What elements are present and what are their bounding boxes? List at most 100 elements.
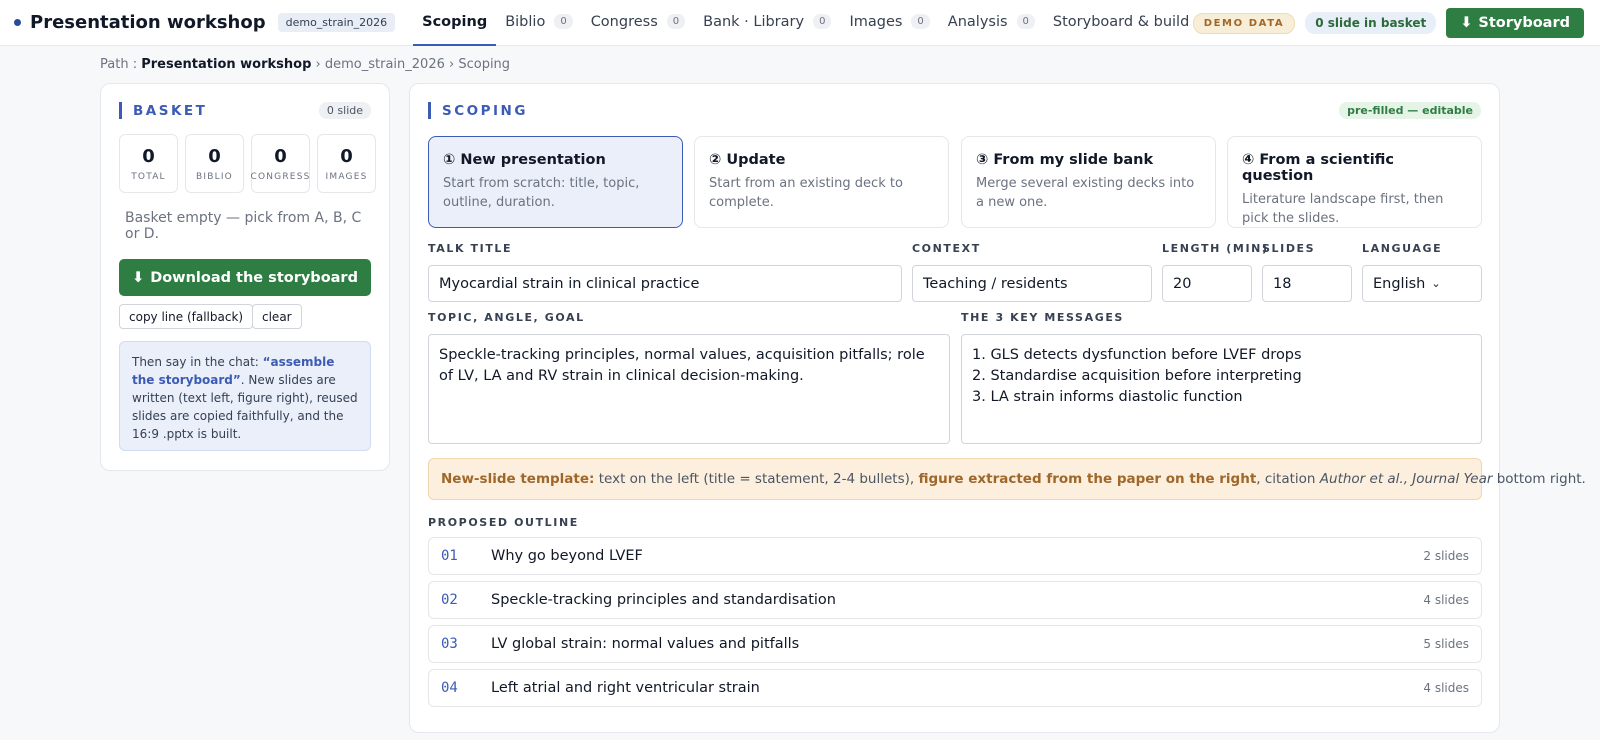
- outline-slide-count: 4 slides: [1423, 593, 1469, 607]
- tab-storyboard-build[interactable]: Storyboard & build: [1044, 0, 1198, 46]
- mode-new-presentation[interactable]: ① New presentation Start from scratch: t…: [428, 136, 683, 228]
- mode-title: ③ From my slide bank: [976, 152, 1154, 168]
- outline-title: Why go beyond LVEF: [491, 548, 643, 564]
- tab-count: 0: [666, 14, 686, 29]
- tab-analysis[interactable]: Analysis 0: [939, 0, 1044, 46]
- breadcrumb-project[interactable]: demo_strain_2026: [325, 57, 445, 72]
- mode-description: Start from scratch: title, topic, outlin…: [443, 176, 640, 210]
- mode-description: Merge several existing decks into a new …: [976, 176, 1195, 210]
- stat-label: TOTAL: [131, 171, 166, 182]
- basket-empty-message: Basket empty — pick from A, B, C or D.: [125, 210, 362, 242]
- language-label: LANGUAGE: [1362, 242, 1443, 255]
- outline-number: 02: [441, 592, 458, 608]
- scoping-title: SCOPING: [428, 102, 528, 119]
- template-label: New-slide template:: [441, 471, 595, 487]
- breadcrumb-separator: ›: [315, 57, 321, 72]
- chevron-down-icon: ⌄: [1431, 277, 1441, 290]
- context-input[interactable]: Teaching / residents: [912, 265, 1152, 302]
- mode-update[interactable]: ② Update Start from an existing deck to …: [694, 136, 949, 228]
- key-messages-textarea[interactable]: 1. GLS detects dysfunction before LVEF d…: [961, 334, 1482, 444]
- tab-count: 0: [813, 14, 832, 29]
- language-select[interactable]: English ⌄: [1362, 265, 1482, 302]
- download-icon: ⬇: [132, 269, 145, 286]
- stat-label: CONGRESS: [250, 171, 311, 182]
- stat-congress: 0 CONGRESS: [250, 134, 311, 193]
- tab-label: Congress: [590, 13, 658, 30]
- talk-title-label: TALK TITLE: [428, 242, 513, 255]
- template-figure: figure extracted from the paper on the r…: [918, 471, 1257, 487]
- outline-row[interactable]: 02 Speckle-tracking principles and stand…: [428, 581, 1482, 619]
- basket-stats: 0 TOTAL 0 BIBLIO 0 CONGRESS 0 IMAGES: [119, 134, 376, 193]
- clear-button[interactable]: clear: [252, 304, 302, 329]
- breadcrumb-root[interactable]: Presentation workshop: [141, 57, 311, 72]
- key-message: 2. Standardise acquisition before interp…: [972, 368, 1302, 384]
- basket-count-pill: 0 slide in basket: [1305, 12, 1437, 34]
- brand-dot-icon: [14, 19, 21, 26]
- tab-bank-library[interactable]: Bank · Library 0: [694, 0, 840, 46]
- tab-count: 0: [911, 14, 930, 29]
- main-nav: Scoping Biblio 0 Congress 0 Bank · Libra…: [413, 0, 1198, 46]
- template-text: , citation: [1256, 471, 1320, 487]
- download-storyboard-button[interactable]: ⬇ Download the storyboard: [119, 259, 371, 296]
- mode-title: ① New presentation: [443, 152, 606, 168]
- stat-images: 0 IMAGES: [317, 134, 376, 193]
- mode-scientific-question[interactable]: ④ From a scientific question Literature …: [1227, 136, 1482, 228]
- outline-title: LV global strain: normal values and pitf…: [491, 636, 800, 652]
- tab-count: 0: [554, 14, 573, 29]
- outline-row[interactable]: 03 LV global strain: normal values and p…: [428, 625, 1482, 663]
- tab-label: Storyboard & build: [1052, 13, 1190, 30]
- tab-biblio[interactable]: Biblio 0: [496, 0, 581, 46]
- tab-label: Images: [849, 13, 903, 30]
- outline-slide-count: 5 slides: [1423, 637, 1469, 651]
- prefilled-badge: pre-filled — editable: [1339, 102, 1481, 119]
- context-label: CONTEXT: [912, 242, 981, 255]
- mode-description: Literature landscape first, then pick th…: [1242, 192, 1444, 226]
- tab-congress[interactable]: Congress 0: [582, 0, 694, 46]
- new-slide-template-note: New-slide template: text on the left (ti…: [428, 458, 1586, 500]
- download-icon: ⬇: [1460, 15, 1473, 31]
- key-message: 1. GLS detects dysfunction before LVEF d…: [972, 347, 1302, 363]
- basket-panel: BASKET 0 slide 0 TOTAL 0 BIBLIO 0 CONGRE…: [100, 83, 390, 471]
- storyboard-button-label: Storyboard: [1478, 15, 1570, 31]
- length-input[interactable]: 20: [1162, 265, 1252, 302]
- outline-row[interactable]: 01 Why go beyond LVEF 2 slides: [428, 537, 1482, 575]
- mode-slide-bank[interactable]: ③ From my slide bank Merge several exist…: [961, 136, 1216, 228]
- tab-scoping[interactable]: Scoping: [413, 0, 497, 46]
- topic-label: TOPIC, ANGLE, GOAL: [428, 311, 585, 324]
- slides-input[interactable]: 18: [1262, 265, 1352, 302]
- copy-line-button[interactable]: copy line (fallback): [119, 304, 254, 329]
- breadcrumb-separator: ›: [449, 57, 455, 72]
- outline-label: PROPOSED OUTLINE: [428, 516, 579, 529]
- key-messages-label: THE 3 KEY MESSAGES: [961, 311, 1124, 324]
- outline-row[interactable]: 04 Left atrial and right ventricular str…: [428, 669, 1482, 707]
- outline-title: Speckle-tracking principles and standard…: [491, 592, 836, 608]
- tab-images[interactable]: Images 0: [840, 0, 938, 46]
- talk-title-input[interactable]: Myocardial strain in clinical practice: [428, 265, 902, 302]
- outline-number: 04: [441, 680, 458, 696]
- stat-biblio: 0 BIBLIO: [185, 134, 244, 193]
- template-citation: Author et al., Journal Year: [1319, 471, 1493, 487]
- template-text: bottom right.: [1492, 471, 1586, 487]
- download-storyboard-label: Download the storyboard: [150, 269, 358, 286]
- breadcrumb: Path : Presentation workshop › demo_stra…: [100, 57, 510, 72]
- stat-value: 0: [208, 145, 221, 167]
- app-title: Presentation workshop: [30, 12, 266, 33]
- slides-label: SLIDES: [1262, 242, 1316, 255]
- mode-description: Start from an existing deck to complete.: [709, 176, 903, 210]
- mode-title: ④ From a scientific question: [1242, 152, 1395, 184]
- stat-total: 0 TOTAL: [119, 134, 178, 193]
- demo-data-badge: DEMO DATA: [1192, 12, 1296, 34]
- scoping-panel: SCOPING pre-filled — editable ① New pres…: [409, 83, 1586, 733]
- storyboard-button[interactable]: ⬇ Storyboard: [1446, 8, 1584, 38]
- topic-textarea[interactable]: Speckle-tracking principles, normal valu…: [428, 334, 950, 444]
- basket-slide-count: 0 slide: [318, 102, 371, 119]
- assemble-info-box: Then say in the chat: “assemble the stor…: [119, 341, 371, 451]
- outline-slide-count: 2 slides: [1423, 549, 1469, 563]
- breadcrumb-current: Scoping: [458, 57, 511, 72]
- stat-value: 0: [274, 145, 287, 167]
- stat-label: BIBLIO: [196, 171, 233, 182]
- top-right-actions: DEMO DATA 0 slide in basket ⬇ Storyboard: [1192, 8, 1584, 38]
- language-value: English: [1373, 275, 1426, 292]
- tab-label: Analysis: [947, 13, 1008, 30]
- tab-label: Biblio: [505, 13, 546, 30]
